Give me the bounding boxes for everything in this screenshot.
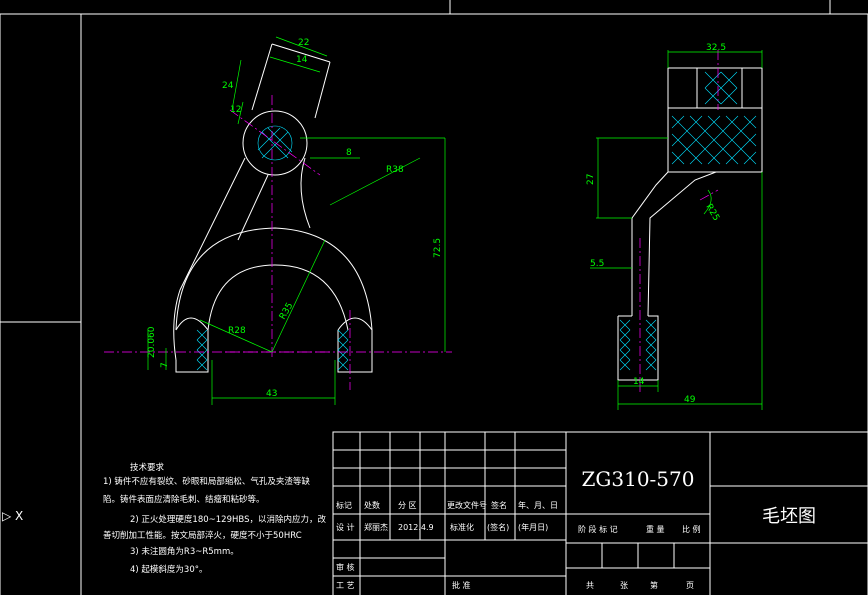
tb-zone: 分 区 bbox=[398, 501, 417, 510]
dim-arc-radius: R38 bbox=[386, 165, 404, 175]
tb-count: 处数 bbox=[364, 500, 380, 510]
tb-weight: 重 量 bbox=[646, 524, 665, 534]
tech-requirements: 技术要求 1) 铸件不应有裂纹、砂眼和局部缩松、气孔及夹渣等缺 陷。铸件表面应清… bbox=[103, 462, 326, 575]
tb-sheet-unit: 张 bbox=[620, 581, 628, 590]
tech-line-1: 1) 铸件不应有裂纹、砂眼和局部缩松、气孔及夹渣等缺 bbox=[103, 476, 310, 487]
dim-side-total-width: 49 bbox=[684, 395, 696, 405]
tb-design-date: 2012.4.9 bbox=[398, 523, 434, 532]
tb-page: 页 bbox=[686, 581, 694, 590]
tech-line-5: 3) 未注圆角为R3~R5mm。 bbox=[130, 546, 239, 557]
drawing-title: 毛坯图 bbox=[762, 506, 816, 527]
dim-side-top-width: 32.5 bbox=[706, 43, 726, 53]
drawing-frame bbox=[0, 0, 868, 595]
dim-side-stem: 5.5 bbox=[590, 259, 604, 269]
dim-fork-radius: R28 bbox=[228, 326, 246, 336]
dim-jaw-small: 7 bbox=[160, 362, 170, 368]
tb-approve: 批 准 bbox=[452, 580, 471, 590]
tech-line-4: 善切削加工性能。按文局部淬火，硬度不小于50HRC bbox=[103, 530, 302, 541]
dim-boss-width: 14 bbox=[296, 55, 308, 65]
tb-sign: 签名 bbox=[491, 500, 507, 510]
tb-stage-mark: 阶 段 标 记 bbox=[578, 524, 618, 534]
tb-date: 年、月、日 bbox=[518, 500, 558, 510]
tb-review: 审 核 bbox=[336, 562, 355, 572]
tech-line-3: 2) 正火处理硬度180~129HBS，以消除内应力，改 bbox=[130, 514, 326, 525]
dim-side-offset: 27 bbox=[586, 174, 596, 185]
dim-width: 43 bbox=[266, 389, 277, 399]
tb-number: 第 bbox=[650, 580, 658, 590]
tb-change-doc: 更改文件号 bbox=[447, 500, 487, 510]
dim-jaw-height: 20.060 bbox=[147, 326, 157, 358]
tb-total: 共 bbox=[586, 581, 594, 590]
side-view: 32.5 27 R25 5.5 14 49 bbox=[586, 43, 763, 410]
dim-slot-depth: 12 bbox=[230, 105, 241, 115]
dim-offset: 8 bbox=[346, 148, 352, 158]
tb-designer: 郑丽杰 bbox=[364, 522, 388, 532]
tb-process: 工 艺 bbox=[336, 581, 355, 590]
dim-height: 72.5 bbox=[433, 238, 443, 258]
tb-mark: 标记 bbox=[336, 500, 352, 510]
side-view-dimensions bbox=[590, 50, 763, 410]
tb-sign-placeholder: (签名) bbox=[487, 522, 509, 532]
dim-side-bottom-width: 14 bbox=[633, 377, 645, 387]
side-view-centerlines bbox=[639, 50, 719, 392]
tech-line-2: 陷。铸件表面应清除毛刺、结瘤和粘砂等。 bbox=[103, 494, 265, 505]
left-marker: ▷ X bbox=[2, 509, 23, 523]
front-view-dimensions bbox=[147, 36, 446, 405]
dim-slot-angle: 24 bbox=[222, 81, 234, 91]
tech-heading: 技术要求 bbox=[130, 462, 165, 473]
side-view-hatch bbox=[619, 71, 757, 371]
dim-top-width: 22 bbox=[298, 38, 309, 48]
part-number: ZG310-570 bbox=[582, 467, 695, 491]
side-view-outline bbox=[617, 67, 763, 381]
dim-fork-inner: R35 bbox=[278, 301, 296, 321]
drawing-svg: 22 14 24 12 8 R38 72.5 R35 R28 20.060 7 … bbox=[0, 0, 868, 595]
cad-drawing-canvas: 22 14 24 12 8 R38 72.5 R35 R28 20.060 7 … bbox=[0, 0, 868, 595]
front-view-hatch bbox=[196, 125, 349, 371]
dim-side-radius: R25 bbox=[703, 203, 721, 223]
tb-design-label: 设 计 bbox=[336, 522, 355, 532]
front-view: 22 14 24 12 8 R38 72.5 R35 R28 20.060 7 … bbox=[104, 36, 452, 405]
tb-scale: 比 例 bbox=[682, 524, 701, 534]
tb-date-placeholder: (年月日) bbox=[518, 522, 548, 532]
tb-standard: 标准化 bbox=[450, 522, 474, 532]
front-view-outline bbox=[173, 43, 373, 373]
tech-line-6: 4) 起模斜度为30°。 bbox=[130, 564, 208, 575]
